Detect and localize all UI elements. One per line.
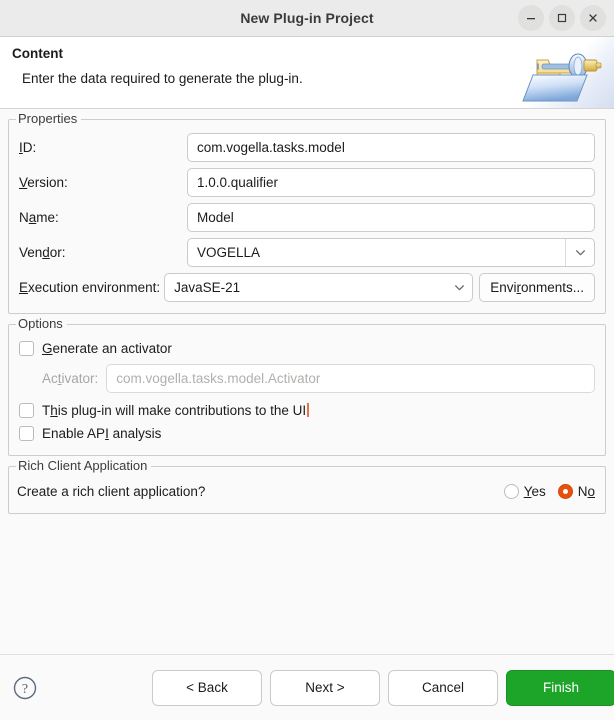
ui-contributions-label: This plug-in will make contributions to … [42, 402, 310, 418]
name-label-rest: me: [36, 210, 59, 225]
name-input[interactable]: Model [187, 203, 595, 232]
rich-client-question: Create a rich client application? [17, 483, 206, 499]
id-row: ID: com.vogella.tasks.model [19, 133, 595, 162]
properties-group: Properties ID: com.vogella.tasks.model V… [8, 111, 606, 314]
close-button[interactable] [580, 5, 606, 31]
cancel-button[interactable]: Cancel [388, 669, 498, 706]
version-label-rest: ersion: [27, 175, 68, 190]
ui-contributions-mnemonic: h [50, 402, 58, 418]
dialog-footer: ? < Back Next > Cancel Finish [0, 654, 614, 720]
generate-activator-text: enerate an activator [52, 340, 172, 356]
rich-client-question-row: Create a rich client application? Yes No [17, 479, 595, 503]
rich-client-yes-text: es [531, 483, 546, 499]
id-label: ID: [19, 140, 187, 155]
plugin-folder-icon [520, 37, 614, 108]
title-bar: New Plug-in Project [0, 0, 614, 37]
ui-contributions-checkbox[interactable] [19, 402, 34, 418]
api-analysis-row[interactable]: Enable API analysis [19, 422, 595, 444]
rich-client-no-radio[interactable] [557, 483, 573, 499]
environments-button[interactable]: Envi r onments... [479, 273, 595, 302]
chevron-down-icon [455, 285, 465, 291]
wizard-header: Content Enter the data required to gener… [0, 37, 614, 109]
vendor-dropdown-button[interactable] [565, 239, 594, 266]
rich-client-no-option[interactable]: No [557, 483, 595, 499]
svg-text:?: ? [22, 682, 28, 697]
wizard-body: Properties ID: com.vogella.tasks.model V… [0, 109, 614, 654]
next-button[interactable]: Next > [270, 669, 380, 706]
options-group-label: Options [16, 316, 67, 332]
generate-activator-label: Generate an activator [42, 341, 172, 356]
api-analysis-text: analysis [108, 425, 162, 441]
ui-contributions-pre: T [42, 402, 51, 418]
version-input[interactable]: 1.0.0.qualifier [187, 168, 595, 197]
activator-input: com.vogella.tasks.model.Activator [106, 364, 595, 393]
execution-environment-row: Execution environment: JavaSE-21 Envi r on… [19, 273, 595, 302]
vendor-combo[interactable]: VOGELLA [187, 238, 595, 267]
window-controls [518, 0, 606, 36]
vendor-label-pre: Ven [19, 245, 43, 260]
execution-environment-label-rest: xecution environment: [28, 280, 161, 295]
execution-environment-label-mnemonic: E [19, 280, 29, 295]
name-row: Name: Model [19, 203, 595, 232]
api-analysis-pre: Enable AP [42, 425, 106, 441]
vendor-combo-value: VOGELLA [197, 245, 261, 260]
activator-label-rest: ivator: [61, 371, 99, 386]
api-analysis-label: Enable API analysis [42, 426, 161, 441]
rich-client-no-label: No [578, 484, 595, 499]
vendor-label-mnemonic: d [42, 245, 50, 260]
properties-group-label: Properties [16, 111, 82, 127]
id-label-rest: D: [22, 140, 37, 155]
activator-label: Activator: [42, 371, 98, 386]
name-label-pre: N [19, 210, 29, 225]
chevron-down-icon [575, 250, 585, 256]
rich-client-no-mnemonic: o [587, 483, 595, 499]
rich-client-yes-label: Yes [524, 484, 546, 499]
vendor-label-rest: or: [49, 245, 66, 260]
version-label: Version: [19, 175, 187, 190]
id-input[interactable]: com.vogella.tasks.model [187, 133, 595, 162]
vendor-row: Vendor: VOGELLA [19, 238, 595, 267]
footer-buttons: < Back Next > Cancel Finish [152, 655, 614, 720]
ui-contributions-row[interactable]: This plug-in will make contributions to … [19, 399, 595, 421]
minimize-icon [527, 18, 535, 20]
close-icon [589, 14, 597, 22]
rich-client-group-label: Rich Client Application [16, 458, 152, 474]
version-row: Version: 1.0.0.qualifier [19, 168, 595, 197]
execution-environment-value: JavaSE-21 [174, 280, 241, 295]
back-button[interactable]: < Back [152, 669, 262, 706]
options-group: Options Generate an activator Activator:… [8, 316, 606, 456]
activator-row: Activator: com.vogella.tasks.model.Activ… [19, 364, 595, 393]
minimize-button[interactable] [518, 5, 544, 31]
maximize-icon [557, 13, 567, 23]
new-plugin-project-dialog: New Plug-in Project Content Enter the da… [0, 0, 614, 720]
execution-environment-label: Execution environment: [19, 280, 160, 295]
api-analysis-checkbox[interactable] [19, 425, 34, 441]
text-caret-artifact [307, 402, 310, 417]
generate-activator-row[interactable]: Generate an activator [19, 337, 595, 359]
rich-client-yes-option[interactable]: Yes [503, 483, 546, 499]
help-icon[interactable]: ? [12, 675, 38, 701]
ui-contributions-text: is plug-in will make contributions to th… [57, 402, 307, 418]
finish-button[interactable]: Finish [506, 669, 614, 706]
name-label: Name: [19, 210, 187, 225]
environments-button-pre: Envi [490, 280, 517, 295]
execution-environment-combo[interactable]: JavaSE-21 [164, 273, 474, 302]
rich-client-group: Rich Client Application Create a rich cl… [8, 458, 606, 514]
maximize-button[interactable] [549, 5, 575, 31]
activator-label-pre: Ac [42, 371, 58, 386]
generate-activator-mnemonic: G [42, 340, 53, 356]
rich-client-yes-radio[interactable] [503, 483, 519, 499]
environments-button-rest: onments... [520, 280, 584, 295]
generate-activator-checkbox[interactable] [19, 340, 34, 356]
vendor-label: Vendor: [19, 245, 187, 260]
